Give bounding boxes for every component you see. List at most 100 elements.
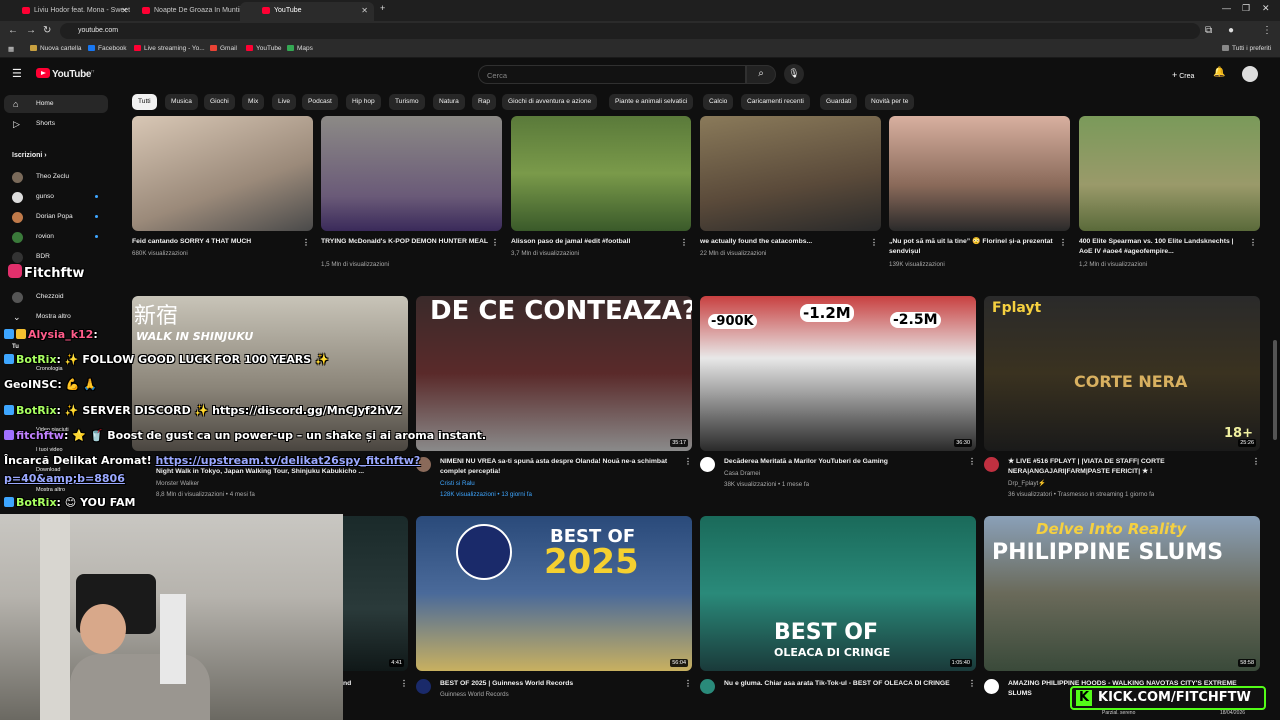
chip[interactable]: Calcio	[703, 94, 734, 110]
chip[interactable]: Piante e animali selvatici	[609, 94, 694, 110]
video-title[interactable]: Decăderea Meritată a Marilor YouTuberi d…	[724, 457, 964, 467]
forward-icon[interactable]: →	[26, 25, 36, 36]
more-actions-icon[interactable]: ⋮	[302, 238, 310, 247]
more-actions-icon[interactable]: ⋮	[870, 238, 878, 247]
more-actions-icon[interactable]: ⋮	[1252, 457, 1260, 466]
sidebar-item-shorts[interactable]: ▷ Shorts	[4, 115, 108, 133]
channel-avatar[interactable]	[700, 457, 715, 472]
more-actions-icon[interactable]: ⋮	[968, 679, 976, 688]
sidebar-subscription[interactable]: gunso	[4, 188, 108, 206]
video-thumbnail[interactable]	[700, 116, 881, 231]
search-button[interactable]: ⌕	[746, 65, 776, 84]
video-thumbnail[interactable]: Fplayt CORTE NERA 18+ 25:26	[984, 296, 1260, 451]
bookmark-folder[interactable]: Nuova cartella	[30, 45, 82, 52]
back-icon[interactable]: ←	[8, 25, 18, 36]
video-thumbnail[interactable]: BEST OF 2025 56:04	[416, 516, 692, 671]
channel-name[interactable]: Casa Dramei	[724, 469, 760, 479]
chip[interactable]: Mix	[242, 94, 265, 110]
channel-avatar[interactable]	[984, 679, 999, 694]
channel-name[interactable]: Guinness World Records	[440, 690, 509, 700]
chip[interactable]: Caricamenti recenti	[741, 94, 810, 110]
video-title[interactable]: nd	[343, 679, 383, 689]
video-thumbnail[interactable]	[511, 116, 691, 231]
video-title[interactable]: Feid cantando SORRY 4 THAT MUCH	[132, 237, 297, 247]
channel-name[interactable]: Cristi si Ralu	[440, 479, 475, 489]
close-window-icon[interactable]: ✕	[1262, 3, 1270, 14]
chip[interactable]: Giochi	[204, 94, 235, 110]
video-title[interactable]: Nu e gluma. Chiar asa arata Tik-Tok-ul -…	[724, 679, 964, 699]
sidebar-subscription[interactable]: Chezzoid	[4, 288, 108, 306]
video-thumbnail[interactable]: BEST OF OLEACA DI CRINGE 1:05:40	[700, 516, 976, 671]
video-title[interactable]: BEST OF 2025 | Guinness World Records	[440, 679, 680, 689]
channel-name[interactable]: Drp_Fplayt⚡	[1008, 479, 1046, 489]
apps-icon[interactable]: ▦	[8, 45, 14, 53]
hamburger-menu-icon[interactable]: ☰	[12, 67, 22, 80]
more-actions-icon[interactable]: ⋮	[684, 457, 692, 466]
video-thumbnail[interactable]	[889, 116, 1070, 231]
url-bar[interactable]: youtube.com	[60, 23, 1200, 39]
video-thumbnail[interactable]: Delve Into Reality PHILIPPINE SLUMS 58:5…	[984, 516, 1260, 671]
more-actions-icon[interactable]: ⋮	[968, 457, 976, 466]
more-actions-icon[interactable]: ⋮	[491, 238, 499, 247]
chip[interactable]: Guardati	[820, 94, 858, 110]
video-thumbnail[interactable]: DE CE CONTEAZA? 35:17	[416, 296, 692, 451]
video-title[interactable]: we actually found the catacombs...	[700, 237, 865, 247]
you-header[interactable]: Tu	[12, 344, 19, 350]
chip[interactable]: Live	[272, 94, 297, 110]
chip[interactable]: Hip hop	[346, 94, 381, 110]
browser-tab-3-active[interactable]: YouTube ✕	[240, 2, 374, 21]
bookmark-facebook[interactable]: Facebook	[88, 45, 127, 52]
chip[interactable]: Turismo	[389, 94, 425, 110]
subscriptions-header[interactable]: Iscrizioni ›	[12, 152, 47, 159]
video-thumbnail[interactable]: 新宿 WALK IN SHINJUKU	[132, 296, 408, 451]
video-title[interactable]: Alisson paso de jamal #edit #football	[511, 237, 676, 247]
video-title[interactable]: „Nu pot să mă uit la tine” 😳 Florinel și…	[889, 237, 1057, 257]
video-title[interactable]: 400 Elite Spearman vs. 100 Elite Landskn…	[1079, 237, 1247, 257]
chip[interactable]: Rap	[472, 94, 497, 110]
video-thumbnail[interactable]	[1079, 116, 1260, 231]
youtube-logo[interactable]: YouTubeIT	[36, 68, 94, 80]
channel-avatar[interactable]	[416, 679, 431, 694]
all-bookmarks[interactable]: Tutti i preferiti	[1222, 45, 1271, 52]
bookmark-youtube[interactable]: YouTube	[246, 45, 282, 52]
chip[interactable]: Musica	[165, 94, 198, 110]
browser-tab-1[interactable]: Liviu Hodor feat. Mona - Sweet ✕	[0, 2, 134, 21]
search-input[interactable]: Cerca	[478, 65, 746, 84]
more-actions-icon[interactable]: ⋮	[400, 679, 408, 688]
more-actions-icon[interactable]: ⋮	[684, 679, 692, 688]
sidebar-item-home[interactable]: ⌂ Home	[4, 95, 108, 113]
bookmark-live-streaming[interactable]: Live streaming - Yo...	[134, 45, 205, 52]
notifications-bell-icon[interactable]: 🔔	[1213, 67, 1225, 78]
new-tab-button[interactable]: +	[380, 3, 385, 13]
sidebar-subscription[interactable]: Dorian Popa	[4, 208, 108, 226]
minimize-icon[interactable]: —	[1222, 3, 1231, 13]
chip[interactable]: Podcast	[302, 94, 338, 110]
chip-all[interactable]: Tutti	[132, 94, 157, 110]
profile-icon[interactable]: ●	[1228, 25, 1234, 36]
reload-icon[interactable]: ↻	[43, 25, 51, 36]
video-title[interactable]: TRYING McDonald's K-POP DEMON HUNTER MEA…	[321, 237, 491, 257]
page-scrollbar[interactable]	[1273, 340, 1277, 440]
more-actions-icon[interactable]: ⋮	[1059, 238, 1067, 247]
voice-search-button[interactable]: 🎙	[784, 64, 804, 84]
maximize-icon[interactable]: ❐	[1242, 3, 1250, 14]
video-thumbnail[interactable]	[132, 116, 313, 231]
bookmark-gmail[interactable]: Gmail	[210, 45, 237, 52]
video-thumbnail[interactable]: -900K -1.2M -2.5M 36:30	[700, 296, 976, 451]
more-actions-icon[interactable]: ⋮	[1249, 238, 1257, 247]
extensions-icon[interactable]: ⧉	[1205, 25, 1212, 36]
sidebar-subscription[interactable]: rovion	[4, 228, 108, 246]
channel-avatar[interactable]	[700, 679, 715, 694]
close-tab-icon[interactable]: ✕	[361, 6, 368, 15]
channel-avatar-live[interactable]	[984, 457, 999, 472]
menu-icon[interactable]: ⋮	[1262, 25, 1272, 36]
chip[interactable]: Novità per te	[865, 94, 915, 110]
video-thumbnail[interactable]	[321, 116, 502, 231]
account-avatar[interactable]	[1242, 66, 1258, 82]
video-title[interactable]: NIMENI NU VREA sa-ti spună asta despre O…	[440, 457, 680, 477]
bookmark-maps[interactable]: Maps	[287, 45, 313, 52]
sidebar-subscription[interactable]: Theo Zeclu	[4, 168, 108, 186]
browser-tab-2[interactable]: Noapte De Groaza In Muntii Pi✕	[120, 2, 254, 21]
create-button[interactable]: + Crea	[1164, 66, 1202, 83]
chip[interactable]: Natura	[433, 94, 465, 110]
